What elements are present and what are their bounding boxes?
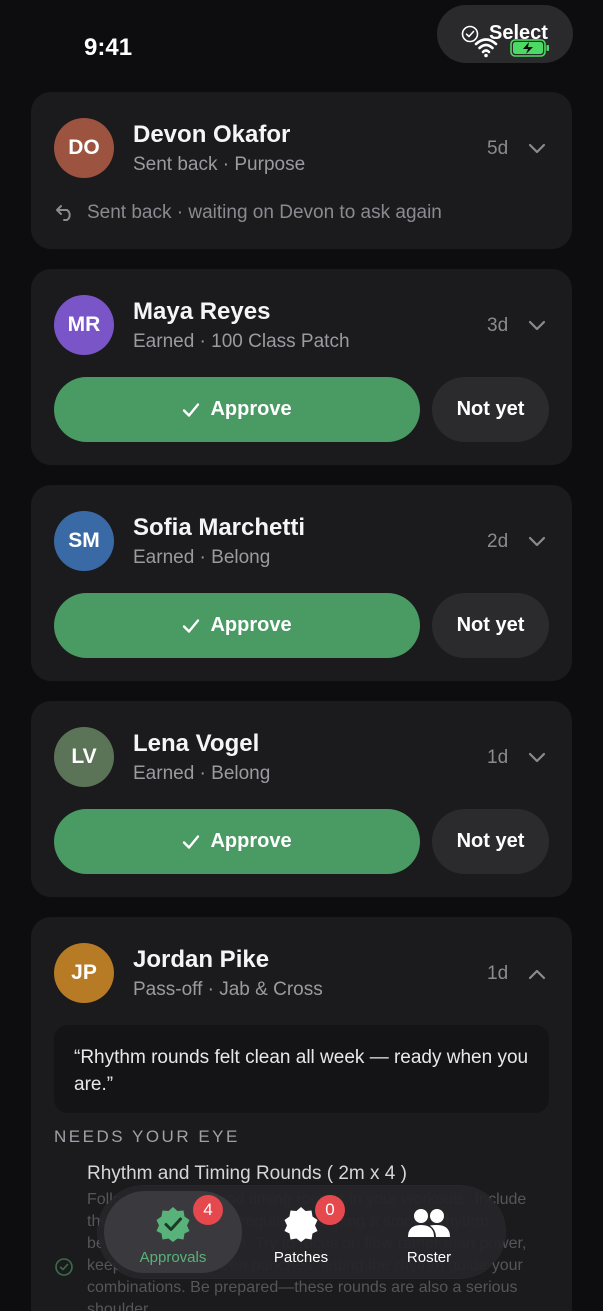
member-quote: “Rhythm rounds felt clean all week — rea… [54,1025,549,1113]
member-name: Lena Vogel [133,730,260,757]
status-time: 9:41 [84,34,133,61]
request-card-lena-vogel[interactable]: LV Lena Vogel Earned · Belong 1d Approve… [31,701,572,897]
approve-label: Approve [210,614,292,636]
avatar: LV [54,727,114,787]
approval-badge-icon [156,1207,190,1242]
sent-back-note-text: Sent back · waiting on Devon to ask agai… [87,202,442,223]
tab-approvals[interactable]: 4 Approvals [104,1191,242,1273]
wifi-icon [474,38,498,58]
chevron-down-icon[interactable] [528,752,546,764]
member-name: Jordan Pike [133,946,270,973]
not-yet-button[interactable]: Not yet [432,809,549,874]
chevron-up-icon[interactable] [528,968,546,980]
tab-bar: 4 Approvals 0 Patches Roster [98,1186,505,1278]
checkmark-icon [183,402,200,417]
request-subtitle: Earned · Belong [133,547,271,568]
member-name: Devon Okafor [133,121,291,148]
avatar: MR [54,295,114,355]
member-name: Sofia Marchetti [133,514,306,541]
section-title-needs-your-eye: NEEDS YOUR EYE [54,1127,240,1146]
avatar: SM [54,511,114,571]
approve-button[interactable]: Approve [54,809,420,874]
avatar: JP [54,943,114,1003]
request-age: 5d [487,138,509,159]
review-item-title: Rhythm and Timing Rounds ( 2m x 4 ) [87,1163,407,1184]
tab-roster[interactable]: Roster [360,1191,498,1273]
checkmark-icon [183,618,200,633]
request-subtitle: Sent back · Purpose [133,154,306,175]
request-card-sofia-marchetti[interactable]: SM Sofia Marchetti Earned · Belong 2d Ap… [31,485,572,681]
request-age: 1d [487,747,509,768]
approve-label: Approve [210,398,292,420]
checkmark-icon [183,834,200,849]
tab-label: Patches [273,1249,329,1266]
request-age: 3d [487,315,509,336]
tab-label: Approvals [139,1249,207,1266]
chevron-down-icon[interactable] [528,320,546,332]
patches-count-badge: 0 [315,1195,345,1225]
approve-label: Approve [210,830,292,852]
chevron-down-icon[interactable] [528,143,546,155]
approvals-count-badge: 4 [193,1195,223,1225]
tab-patches[interactable]: 0 Patches [232,1191,370,1273]
approve-button[interactable]: Approve [54,377,420,442]
not-yet-button[interactable]: Not yet [432,377,549,442]
request-subtitle: Pass-off · Jab & Cross [133,979,323,1000]
battery-charging-icon [510,39,549,57]
request-card-devon-okafor[interactable]: DO Devon Okafor Sent back · Purpose 5d S… [31,92,572,249]
check-circle-icon[interactable] [54,1257,74,1277]
request-card-maya-reyes[interactable]: MR Maya Reyes Earned · 100 Class Patch 3… [31,269,572,465]
approve-button[interactable]: Approve [54,593,420,658]
avatar: DO [54,118,114,178]
people-icon [408,1209,450,1237]
request-subtitle: Earned · Belong [133,763,271,784]
request-age: 1d [487,963,509,984]
not-yet-button[interactable]: Not yet [432,593,549,658]
request-subtitle: Earned · 100 Class Patch [133,331,350,352]
member-name: Maya Reyes [133,298,271,325]
chevron-down-icon[interactable] [528,536,546,548]
status-bar: 9:41 Select [0,0,603,90]
status-icons [474,36,554,60]
request-age: 2d [487,531,509,552]
undo-arrow-icon [56,205,71,221]
tab-label: Roster [406,1249,452,1266]
